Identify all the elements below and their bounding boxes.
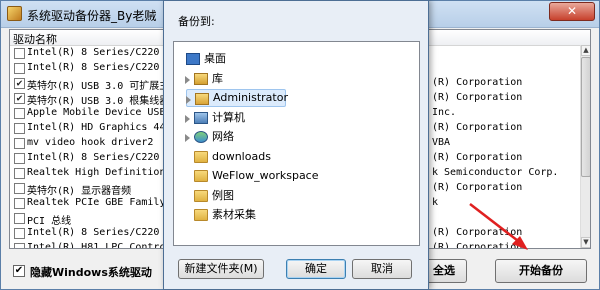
tree-item[interactable]: Administrator [186, 89, 288, 107]
tree-item-label: 计算机 [212, 110, 245, 124]
app-icon [7, 6, 22, 21]
folder-icon [194, 189, 208, 202]
driver-name: 英特尔(R) USB 3.0 可扩展主机 [27, 81, 180, 92]
column-driver-name[interactable]: 驱动名称 [13, 31, 57, 47]
tree-item-label: 例图 [212, 188, 234, 202]
row-checkbox[interactable] [14, 213, 25, 224]
driver-name: 英特尔(R) USB 3.0 根集线器 [27, 96, 170, 107]
row-checkbox[interactable] [14, 243, 25, 248]
expand-arrow-icon[interactable] [186, 96, 191, 104]
driver-vendor: VBA [432, 137, 451, 148]
network-icon [194, 131, 208, 143]
folder-tree[interactable]: 桌面库 Administrator 计算机网络 downloads WeFlow_wor… [173, 41, 420, 246]
start-backup-button[interactable]: 开始备份 [495, 259, 587, 283]
tree-item[interactable]: WeFlow_workspace [186, 167, 386, 185]
browse-folder-dialog: 备份到: 桌面库 Administrator 计算机网络 downloads WeFlo… [163, 0, 429, 290]
hide-windows-drivers-label[interactable]: 隐藏Windows系统驱动 [30, 264, 152, 280]
tree-item[interactable]: 计算机 [185, 109, 386, 127]
scroll-up-icon[interactable]: ▲ [581, 45, 590, 56]
driver-vendor: Inc. [432, 107, 457, 118]
dialog-prompt: 备份到: [178, 15, 215, 28]
driver-vendor: k [432, 197, 439, 208]
driver-name: mv video hook driver2 [27, 137, 154, 148]
driver-vendor: k Semiconductor Corp. [432, 167, 559, 178]
driver-vendor: (R) Corporation [432, 152, 523, 163]
tree-item-label: 桌面 [204, 52, 226, 65]
new-folder-button[interactable]: 新建文件夹(M) [178, 259, 264, 279]
tree-item[interactable]: 素材采集 [186, 206, 386, 224]
driver-vendor: (R) Corporation [432, 92, 523, 103]
row-checkbox[interactable] [14, 63, 25, 74]
tree-item-label: 素材采集 [212, 208, 256, 221]
expand-arrow-icon[interactable] [185, 75, 190, 84]
driver-vendor: (R) Corporation [432, 77, 523, 88]
tree-item-label: 库 [212, 71, 223, 85]
driver-name: PCI 总线 [27, 216, 72, 227]
tree-item[interactable]: 库 [185, 70, 386, 88]
user-folder-icon [195, 93, 209, 105]
folder-icon [194, 209, 208, 221]
tree-item-label: Administrator [213, 91, 288, 104]
cancel-button[interactable]: 取消 [352, 259, 412, 279]
folder-icon [194, 170, 208, 182]
row-checkbox[interactable]: ✔ [14, 93, 25, 104]
tree-item[interactable]: downloads [186, 148, 386, 166]
scroll-down-icon[interactable]: ▼ [581, 237, 590, 248]
folder-icon [194, 150, 208, 163]
window-title: 系统驱动备份器_By老贼 [27, 9, 157, 23]
expand-arrow-icon[interactable] [185, 134, 190, 142]
row-checkbox[interactable] [14, 198, 25, 209]
red-arrow-annotation [469, 203, 528, 250]
driver-name: Intel(R) HD Graphics 4400 [27, 122, 178, 133]
row-checkbox[interactable] [14, 168, 25, 179]
tree-item[interactable]: 桌面 [178, 50, 378, 68]
driver-name: 英特尔(R) 显示器音频 [27, 186, 132, 197]
tree-item-label: 网络 [212, 130, 234, 143]
tree-item[interactable]: 例图 [186, 187, 386, 205]
tree-item-label: downloads [212, 149, 271, 163]
scroll-thumb[interactable] [581, 57, 590, 177]
desktop-icon [186, 53, 200, 65]
vertical-scrollbar[interactable]: ▲ ▼ [580, 45, 590, 248]
computer-icon [194, 111, 208, 124]
row-checkbox[interactable] [14, 138, 25, 149]
hide-windows-drivers-checkbox[interactable]: ✔ [13, 265, 25, 277]
row-checkbox[interactable]: ✔ [14, 78, 25, 89]
close-button[interactable]: ✕ [549, 2, 595, 21]
ok-button[interactable]: 确定 [286, 259, 346, 279]
tree-item-label: WeFlow_workspace [212, 169, 319, 182]
row-checkbox[interactable] [14, 48, 25, 59]
row-checkbox[interactable] [14, 108, 25, 119]
tree-item[interactable]: 网络 [185, 128, 386, 146]
row-checkbox[interactable] [14, 123, 25, 134]
row-checkbox[interactable] [14, 228, 25, 239]
library-icon [194, 72, 208, 85]
expand-arrow-icon[interactable] [185, 114, 190, 123]
row-checkbox[interactable] [14, 183, 25, 194]
driver-vendor: (R) Corporation [432, 182, 523, 193]
row-checkbox[interactable] [14, 153, 25, 164]
driver-vendor: (R) Corporation [432, 122, 523, 133]
